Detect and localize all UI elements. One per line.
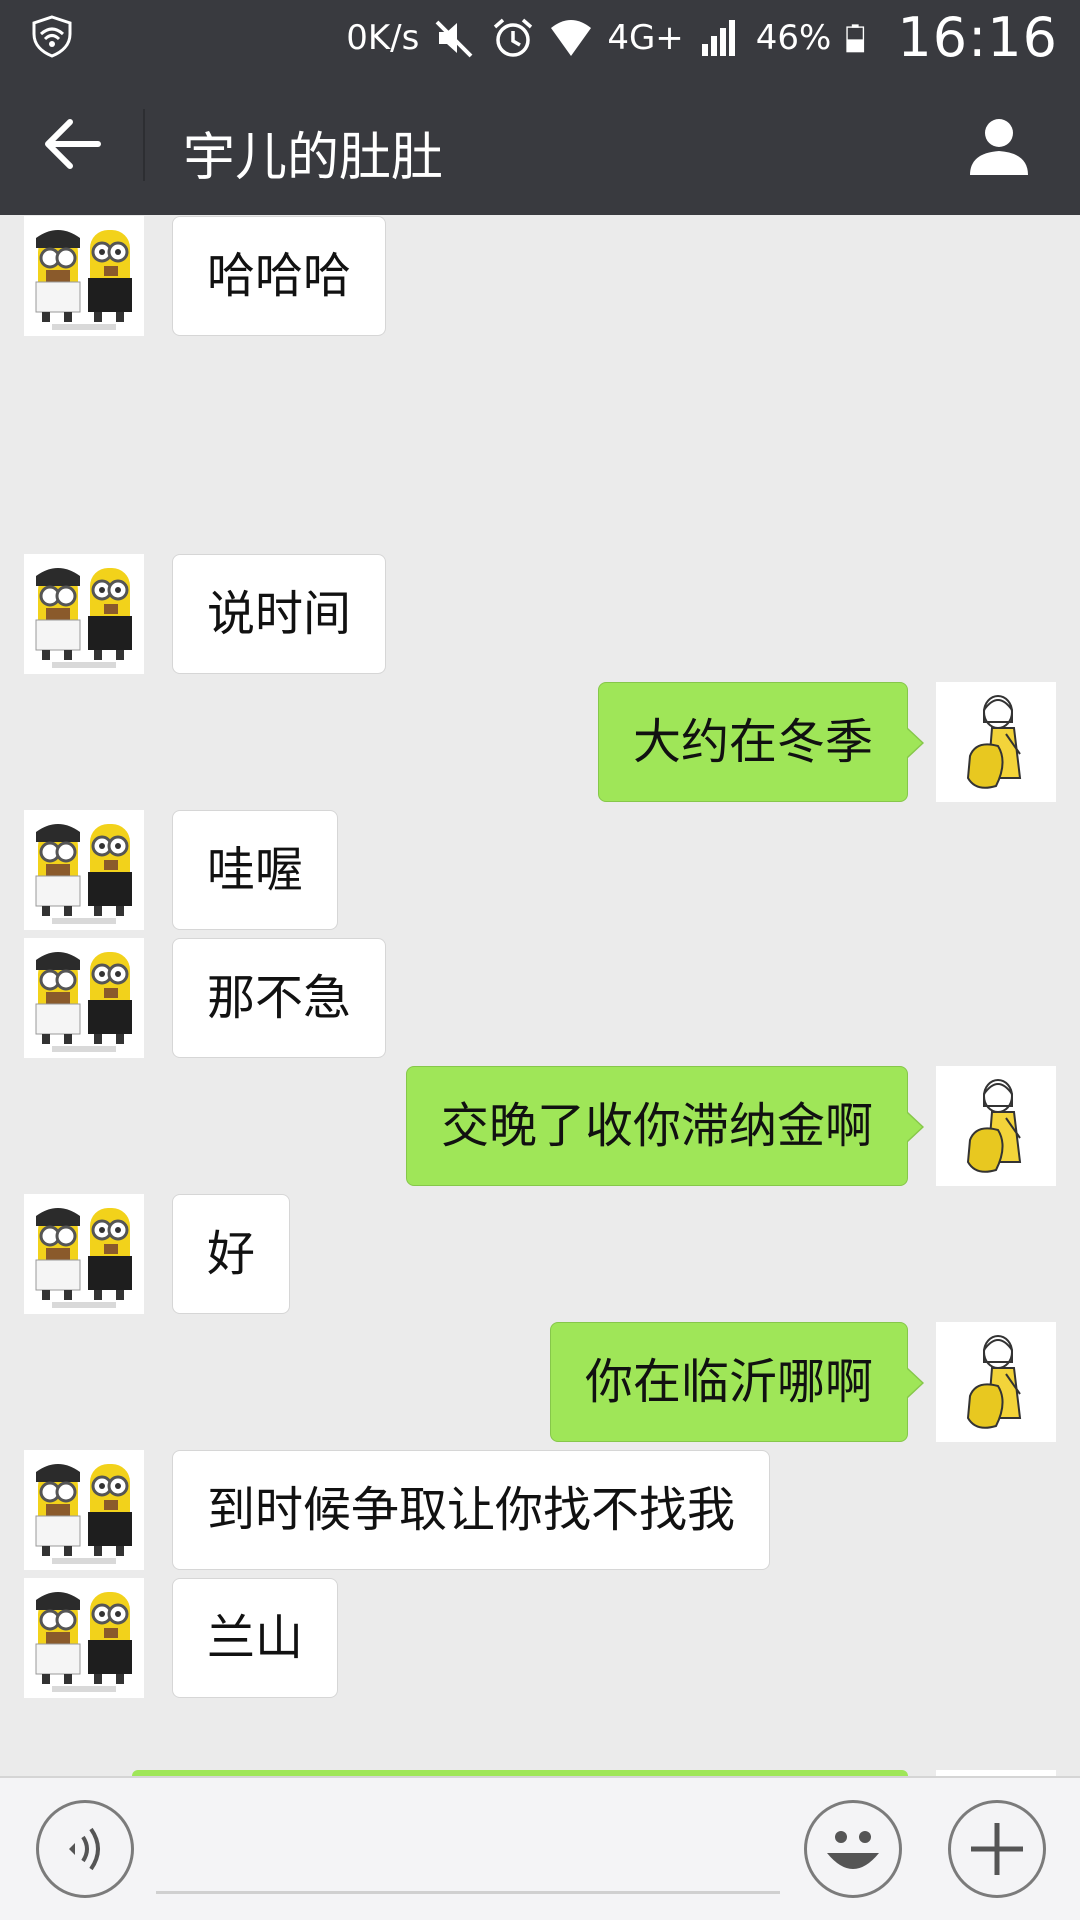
outgoing-message-bubble[interactable]: 大约在冬季	[597, 682, 925, 802]
message-row: 你在临沂哪啊	[0, 1322, 1080, 1442]
my-avatar[interactable]	[936, 1322, 1056, 1442]
wifi-icon	[551, 19, 592, 56]
mute-icon	[435, 20, 473, 57]
contact-avatar[interactable]	[24, 1450, 144, 1570]
message-row: 哈哈哈	[0, 216, 1080, 336]
message-row: 到时候争取让你找不找我	[0, 1450, 1080, 1570]
message-row: 那不急	[0, 938, 1080, 1058]
contact-avatar[interactable]	[24, 1578, 144, 1698]
incoming-message-bubble[interactable]: 哈哈哈	[172, 216, 387, 336]
battery-percent: 46%	[755, 17, 832, 58]
chat-header: 宇儿的肚肚	[0, 75, 1080, 215]
my-avatar[interactable]	[936, 1066, 1056, 1186]
message-row: 兰山	[0, 1578, 1080, 1698]
incoming-message-bubble[interactable]: 兰山	[172, 1578, 339, 1698]
back-arrow-icon[interactable]	[40, 111, 106, 177]
voice-icon	[69, 1827, 100, 1871]
message-row: 好	[0, 1194, 1080, 1314]
outgoing-message-bubble[interactable]: 交晚了收你滞纳金啊	[405, 1066, 925, 1186]
emoji-icon	[827, 1831, 879, 1869]
message-row: 哇喔	[0, 810, 1080, 930]
page-title: 宇儿的肚肚	[183, 128, 444, 188]
voice-button[interactable]	[36, 1800, 134, 1898]
profile-icon[interactable]	[964, 111, 1034, 181]
plus-icon	[971, 1823, 1023, 1875]
incoming-message-bubble[interactable]: 那不急	[172, 938, 387, 1058]
contact-avatar[interactable]	[24, 216, 144, 336]
status-bar: 0K/s 4G+ 46% 16:16	[0, 0, 1080, 75]
battery-icon	[846, 23, 865, 52]
alarm-icon	[494, 18, 533, 57]
emoji-button[interactable]	[804, 1800, 902, 1898]
incoming-message-bubble[interactable]: 说时间	[172, 554, 387, 674]
clock: 16:16	[897, 6, 1058, 69]
signal-icon	[701, 19, 735, 56]
contact-avatar[interactable]	[24, 810, 144, 930]
outgoing-message-bubble[interactable]: 你在临沂哪啊	[549, 1322, 925, 1442]
shield-icon	[32, 15, 72, 58]
message-input[interactable]	[156, 1808, 780, 1894]
contact-avatar[interactable]	[24, 554, 144, 674]
message-row: 交晚了收你滞纳金啊	[0, 1066, 1080, 1186]
divider	[143, 109, 145, 181]
incoming-message-bubble[interactable]: 到时候争取让你找不找我	[172, 1450, 771, 1570]
contact-avatar[interactable]	[24, 938, 144, 1058]
incoming-message-bubble[interactable]: 哇喔	[172, 810, 339, 930]
contact-avatar[interactable]	[24, 1194, 144, 1314]
network-type: 4G+	[607, 17, 684, 58]
message-row: 说时间	[0, 554, 1080, 674]
incoming-message-bubble[interactable]: 好	[172, 1194, 291, 1314]
more-button[interactable]	[948, 1800, 1046, 1898]
net-speed: 0K/s	[346, 17, 420, 58]
input-bar	[0, 1776, 1080, 1920]
my-avatar[interactable]	[936, 682, 1056, 802]
message-row: 大约在冬季	[0, 682, 1080, 802]
